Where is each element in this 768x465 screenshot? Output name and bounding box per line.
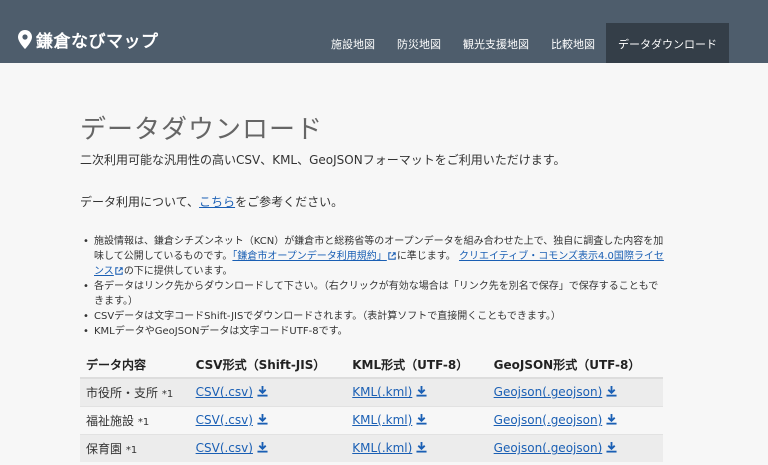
kml-cell: KML(.kml) [346,405,488,434]
kml-download-link[interactable]: KML(.kml) [352,441,412,455]
geojson-cell: Geojson(.geojson) [487,405,663,434]
nav-tourism-map[interactable]: 観光支援地図 [452,23,540,63]
lead-text: 二次利用可能な汎用性の高いCSV、KML、GeoJSONフォーマットをご利用いた… [80,153,566,167]
brand-name: 鎌倉なびマップ [36,32,159,52]
page-title: データダウンロード [80,115,324,145]
geojson-download-link[interactable]: Geojson(.geojson) [494,413,603,427]
csv-cell: CSV(.csv) [189,405,347,434]
note-text: の下に提供しています。 [123,266,233,277]
download-icon[interactable] [606,414,617,425]
row-name: 保育園 [86,441,123,456]
download-icon[interactable] [606,442,617,453]
row-name: 福祉施設 [86,413,135,428]
row-note: *1 [125,444,138,456]
table-row: 福祉施設 *1 CSV(.csv) KML(.kml) Geojson(.geo… [80,405,663,434]
row-name-cell: 市役所・支所 *1 [80,377,190,406]
table-row: 保育園 *1 CSV(.csv) KML(.kml) Geojson(.geoj… [80,433,663,462]
csv-download-link[interactable]: CSV(.csv) [196,413,253,427]
notes-list: 施設情報は、鎌倉シチズンネット（KCN）が鎌倉市と総務省等のオープンデータを組み… [80,234,668,339]
note-item: KMLデータやGeoJSONデータは文字コードUTF-8です。 [80,324,668,339]
nav-compare-map[interactable]: 比較地図 [540,23,606,63]
geojson-download-link[interactable]: Geojson(.geojson) [494,441,603,455]
csv-cell: CSV(.csv) [189,433,347,462]
download-icon[interactable] [416,414,427,425]
navbar: 鎌倉なびマップ 施設地図 防災地図 観光支援地図 比較地図 データダウンロード [0,0,768,63]
download-icon[interactable] [257,386,268,397]
row-note: *1 [137,416,150,428]
row-note: *1 [161,388,174,400]
header-csv: CSV形式（Shift-JIS） [189,352,347,379]
map-pin-icon [18,30,32,49]
reference-link[interactable]: こちら [199,195,235,209]
row-name: 市役所・支所 [86,385,159,400]
reference-prefix: データ利用について、 [80,195,200,209]
table-row: 市役所・支所 *1 CSV(.csv) KML(.kml) Geojson(.g… [80,377,663,406]
geojson-cell: Geojson(.geojson) [487,377,663,406]
header-data-content: データ内容 [80,352,190,379]
reference-suffix: をご参考ください。 [235,195,344,209]
table-header-row: データ内容 CSV形式（Shift-JIS） KML形式（UTF-8） GeoJ… [80,352,663,379]
download-icon[interactable] [257,442,268,453]
row-name-cell: 保育園 *1 [80,433,190,462]
kml-download-link[interactable]: KML(.kml) [352,385,412,399]
terms-link[interactable]: 「鎌倉市オープンデータ利用規約」 [232,251,386,262]
reference-text: データ利用について、こちらをご参考ください。 [80,193,343,210]
brand[interactable]: 鎌倉なびマップ [18,27,159,52]
note-item: 施設情報は、鎌倉シチズンネット（KCN）が鎌倉市と総務省等のオープンデータを組み… [80,234,668,279]
note-item: 各データはリンク先からダウンロードして下さい。（右クリックが有効な場合は「リンク… [80,279,668,309]
download-icon[interactable] [606,386,617,397]
row-name-cell: 福祉施設 *1 [80,405,190,434]
header-geojson: GeoJSON形式（UTF-8） [487,352,663,379]
kml-download-link[interactable]: KML(.kml) [352,413,412,427]
header-kml: KML形式（UTF-8） [346,352,488,379]
csv-download-link[interactable]: CSV(.csv) [196,385,253,399]
download-icon[interactable] [257,414,268,425]
download-icon[interactable] [416,442,427,453]
external-link-icon [115,267,123,275]
nav-data-download[interactable]: データダウンロード [606,23,729,63]
note-item: CSVデータは文字コードShift-JISでダウンロードされます。（表計算ソフト… [80,309,668,324]
nav-disaster-map[interactable]: 防災地図 [386,23,452,63]
main-nav: 施設地図 防災地図 観光支援地図 比較地図 データダウンロード [320,23,729,63]
nav-facility-map[interactable]: 施設地図 [320,23,386,63]
download-table: データ内容 CSV形式（Shift-JIS） KML形式（UTF-8） GeoJ… [80,352,663,462]
external-link-icon [388,252,396,260]
csv-cell: CSV(.csv) [189,377,347,406]
geojson-cell: Geojson(.geojson) [487,433,663,462]
kml-cell: KML(.kml) [346,377,488,406]
csv-download-link[interactable]: CSV(.csv) [196,441,253,455]
note-text: に準じます。 [396,251,456,262]
geojson-download-link[interactable]: Geojson(.geojson) [494,385,603,399]
kml-cell: KML(.kml) [346,433,488,462]
download-icon[interactable] [416,386,427,397]
